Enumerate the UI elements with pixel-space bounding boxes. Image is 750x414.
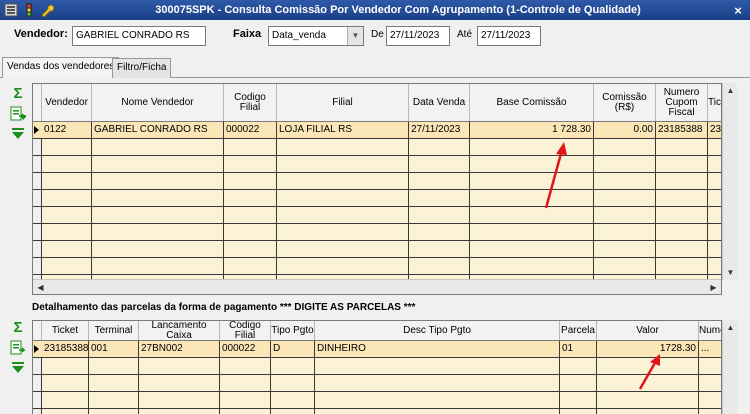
cell-codigo-filial[interactable]: 000022	[224, 122, 277, 138]
scroll-up-icon[interactable]: ▲	[723, 320, 738, 335]
cell-numero-cupom[interactable]: 23185388	[656, 122, 708, 138]
payment-section-title: Detalhamento das parcelas da forma de pa…	[32, 302, 416, 313]
ate-date-value: 27/11/2023	[481, 30, 531, 41]
expand-down-icon[interactable]	[9, 126, 27, 142]
col-numero-cupom-fiscal[interactable]: Numero Cupom Fiscal	[656, 84, 708, 121]
app-menu-icon[interactable]	[4, 3, 18, 17]
cell-codigo-filial[interactable]: 000022	[220, 341, 271, 357]
faixa-label: Faixa	[233, 28, 262, 40]
tab-bar: Vendas dos vendedores Filtro/Ficha	[0, 56, 750, 78]
header-indicator	[33, 321, 42, 340]
sigma-sum-icon[interactable]: Σ	[9, 86, 27, 102]
de-date-value: 27/11/2023	[390, 30, 440, 41]
table-row[interactable]	[33, 258, 721, 275]
cell-tick[interactable]: 23	[708, 122, 721, 138]
table-row[interactable]: 0122 GABRIEL CONRADO RS 000022 LOJA FILI…	[33, 122, 721, 139]
cell-parcela[interactable]: 01	[560, 341, 597, 357]
wrench-icon[interactable]	[40, 3, 54, 17]
cell-data-venda[interactable]: 27/11/2023	[409, 122, 470, 138]
chevron-down-icon[interactable]: ▼	[347, 27, 363, 45]
cell-ticket[interactable]: 23185388	[42, 341, 89, 357]
col-ticket[interactable]: Ticket	[42, 321, 89, 340]
scroll-down-icon[interactable]: ▼	[723, 265, 738, 280]
vendedor-label: Vendedor:	[14, 28, 68, 40]
table-row[interactable]: 23185388 001 27BN002 000022 D DINHEIRO 0…	[33, 341, 721, 358]
table-row[interactable]	[33, 358, 721, 375]
col-desc-tipo-pgto[interactable]: Desc Tipo Pgto	[315, 321, 560, 340]
sales-grid-toolbar: Σ	[9, 86, 29, 146]
col-parcela[interactable]: Parcela	[560, 321, 597, 340]
header-indicator	[33, 84, 42, 121]
vendedor-field[interactable]: GABRIEL CONRADO RS	[72, 26, 206, 46]
sales-grid-horizontal-scrollbar[interactable]: ◀ ▶	[33, 279, 721, 294]
de-date-field[interactable]: 27/11/2023	[386, 26, 450, 46]
vendedor-value: GABRIEL CONRADO RS	[76, 30, 190, 41]
traffic-light-icon[interactable]	[22, 3, 36, 17]
sales-grid-header: Vendedor Nome Vendedor Codigo Filial Fil…	[33, 84, 721, 122]
current-row-indicator-icon	[34, 345, 39, 353]
col-valor[interactable]: Valor	[597, 321, 699, 340]
col-nome-vendedor[interactable]: Nome Vendedor	[92, 84, 224, 121]
faixa-value: Data_venda	[272, 30, 326, 41]
sales-grid-vertical-scrollbar[interactable]: ▲ ▼	[722, 83, 737, 280]
cell-valor[interactable]: 1728.30	[597, 341, 699, 357]
current-row-indicator-icon	[34, 126, 39, 134]
title-bar: 300075SPK - Consulta Comissão Por Vended…	[0, 0, 750, 20]
table-row[interactable]	[33, 241, 721, 258]
table-row[interactable]	[33, 139, 721, 156]
table-row[interactable]	[33, 156, 721, 173]
sales-grid: Vendedor Nome Vendedor Codigo Filial Fil…	[32, 83, 722, 295]
col-filial[interactable]: Filial	[277, 84, 409, 121]
payment-grid-header: Ticket Terminal Lancamento Caixa Codigo …	[33, 321, 721, 341]
col-terminal[interactable]: Terminal	[89, 321, 139, 340]
window-title: 300075SPK - Consulta Comissão Por Vended…	[155, 4, 641, 16]
cell-desc-tipo-pgto[interactable]: DINHEIRO	[315, 341, 560, 357]
cell-terminal[interactable]: 001	[89, 341, 139, 357]
tab-filtro-ficha[interactable]: Filtro/Ficha	[112, 58, 172, 78]
payment-grid: Ticket Terminal Lancamento Caixa Codigo …	[32, 320, 722, 414]
expand-down-icon[interactable]	[9, 360, 27, 376]
table-row[interactable]	[33, 392, 721, 409]
col-lancamento-caixa[interactable]: Lancamento Caixa	[139, 321, 220, 340]
payment-grid-vertical-scrollbar[interactable]: ▲	[722, 320, 737, 414]
cell-nume[interactable]: ...	[699, 341, 721, 357]
table-row[interactable]	[33, 224, 721, 241]
col-nume[interactable]: Nume	[699, 321, 721, 340]
col-data-venda[interactable]: Data Venda	[409, 84, 470, 121]
table-row[interactable]	[33, 173, 721, 190]
export-icon[interactable]	[9, 340, 27, 356]
table-row[interactable]	[33, 207, 721, 224]
cell-comissao[interactable]: 0.00	[594, 122, 656, 138]
scroll-up-icon[interactable]: ▲	[723, 83, 738, 98]
scroll-left-icon[interactable]: ◀	[33, 280, 48, 294]
col-codigo-filial[interactable]: Codigo Filial	[224, 84, 277, 121]
ate-date-field[interactable]: 27/11/2023	[477, 26, 541, 46]
ate-label: Até	[457, 29, 473, 40]
tab-vendas-dos-vendedores[interactable]: Vendas dos vendedores	[2, 57, 120, 78]
payment-grid-toolbar: Σ	[9, 320, 29, 380]
cell-base-comissao[interactable]: 1 728.30	[470, 122, 594, 138]
cell-tipo-pgto[interactable]: D	[271, 341, 315, 357]
table-row[interactable]	[33, 190, 721, 207]
cell-lancamento-caixa[interactable]: 27BN002	[139, 341, 220, 357]
col-tipo-pgto[interactable]: Tipo Pgto	[271, 321, 315, 340]
title-bar-icons	[0, 3, 70, 17]
col-tick[interactable]: Tick	[708, 84, 721, 121]
scroll-right-icon[interactable]: ▶	[706, 280, 721, 294]
close-button[interactable]: ×	[726, 3, 750, 18]
faixa-select[interactable]: Data_venda ▼	[268, 26, 364, 46]
col-codigo-filial[interactable]: Codigo Filial	[220, 321, 271, 340]
cell-nome-vendedor[interactable]: GABRIEL CONRADO RS	[92, 122, 224, 138]
de-label: De	[371, 29, 384, 40]
col-base-comissao[interactable]: Base Comissão	[470, 84, 594, 121]
table-row[interactable]	[33, 375, 721, 392]
cell-vendedor[interactable]: 0122	[42, 122, 92, 138]
cell-filial[interactable]: LOJA FILIAL RS	[277, 122, 409, 138]
col-comissao[interactable]: Comissão (R$)	[594, 84, 656, 121]
export-icon[interactable]	[9, 106, 27, 122]
sigma-sum-icon[interactable]: Σ	[9, 320, 27, 336]
col-vendedor[interactable]: Vendedor	[42, 84, 92, 121]
